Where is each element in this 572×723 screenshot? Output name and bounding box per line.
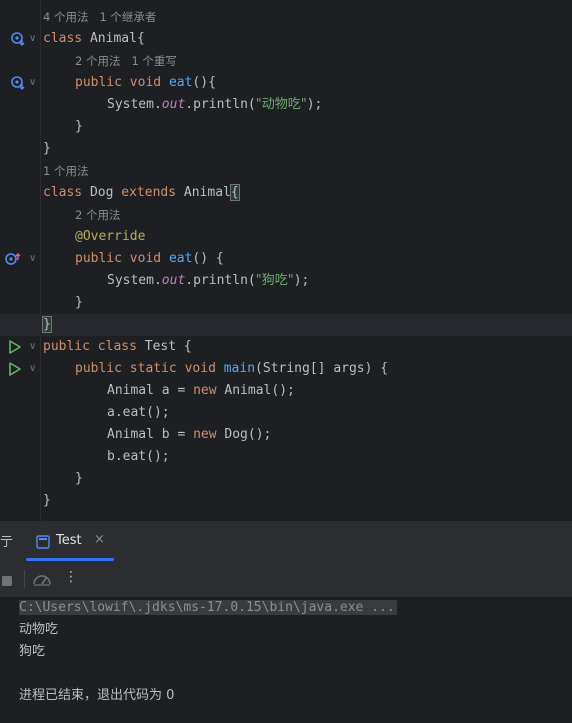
- code-line[interactable]: ∨ class Animal{: [0, 28, 572, 50]
- profiler-gauge-icon[interactable]: [32, 570, 52, 592]
- code-line[interactable]: System.out.println("狗吃");: [0, 270, 572, 292]
- usages-hint[interactable]: 1 个用法: [43, 160, 88, 182]
- code-line[interactable]: ∨ public void eat(){: [0, 72, 572, 94]
- close-icon[interactable]: ×: [94, 532, 105, 547]
- fold-chevron-icon[interactable]: ∨: [29, 28, 36, 50]
- code-line[interactable]: Animal b = new Dog();: [0, 424, 572, 446]
- fold-chevron-icon[interactable]: ∨: [29, 248, 36, 270]
- run-tool-window: 亍 Test × ⋮ C:\Users\lowif\.jdks\ms-17.0.…: [0, 521, 572, 723]
- run-toolbar: ⋮: [0, 561, 572, 598]
- code-line[interactable]: a.eat();: [0, 402, 572, 424]
- stop-icon[interactable]: [2, 572, 14, 591]
- fold-chevron-icon[interactable]: ∨: [29, 336, 36, 358]
- inlay-hint-row: 1 个用法: [0, 160, 572, 182]
- fold-chevron-icon[interactable]: ∨: [29, 72, 36, 94]
- tab-label: Test: [56, 533, 82, 548]
- code-line[interactable]: ∨ public void eat() {: [0, 248, 572, 270]
- tab-test[interactable]: Test ×: [26, 521, 114, 561]
- code-line[interactable]: }: [0, 292, 572, 314]
- run-icon[interactable]: [8, 339, 22, 359]
- code-line[interactable]: }: [0, 138, 572, 160]
- overrides-method-icon[interactable]: [4, 251, 22, 271]
- code-line[interactable]: @Override: [0, 226, 572, 248]
- code-line[interactable]: ∨ public static void main(String[] args)…: [0, 358, 572, 380]
- matched-brace: }: [42, 316, 52, 333]
- code-line[interactable]: }: [0, 116, 572, 138]
- console-exit-line: 进程已结束，退出代码为 0: [19, 688, 175, 703]
- toolbar-separator: [24, 570, 25, 588]
- console-command-line: C:\Users\lowif\.jdks\ms-17.0.15\bin\java…: [19, 600, 397, 615]
- code-line[interactable]: }: [0, 490, 572, 512]
- matched-brace: {: [229, 184, 240, 201]
- inlay-hint-row: 2 个用法 1 个重写: [0, 50, 572, 72]
- run-tab-label[interactable]: 亍: [0, 531, 13, 550]
- console-output-line: 动物吃: [19, 622, 59, 637]
- implemented-override-icon[interactable]: [10, 75, 26, 95]
- run-icon[interactable]: [8, 361, 22, 381]
- inlay-hint-row: 2 个用法: [0, 204, 572, 226]
- usages-hint[interactable]: 2 个用法 1 个重写: [75, 50, 177, 72]
- inlay-hint-row: 4 个用法 1 个继承者: [0, 6, 572, 28]
- more-options-icon[interactable]: ⋮: [64, 569, 78, 585]
- code-line[interactable]: System.out.println("动物吃");: [0, 94, 572, 116]
- code-line[interactable]: b.eat();: [0, 446, 572, 468]
- code-line[interactable]: Animal a = new Animal();: [0, 380, 572, 402]
- fold-chevron-icon[interactable]: ∨: [29, 358, 36, 380]
- code-line[interactable]: }: [0, 468, 572, 490]
- current-code-line[interactable]: }: [0, 314, 572, 336]
- run-config-icon: [36, 534, 50, 553]
- console-output-line: 狗吃: [19, 644, 46, 659]
- usages-hint[interactable]: 4 个用法 1 个继承者: [43, 6, 156, 28]
- console-output[interactable]: C:\Users\lowif\.jdks\ms-17.0.15\bin\java…: [0, 597, 572, 723]
- usages-hint[interactable]: 2 个用法: [75, 204, 120, 226]
- implemented-override-icon[interactable]: [10, 31, 26, 51]
- tool-window-tab-bar: 亍 Test ×: [0, 521, 572, 561]
- code-line[interactable]: ∨ public class Test {: [0, 336, 572, 358]
- code-line[interactable]: class Dog extends Animal{: [0, 182, 572, 204]
- code-editor[interactable]: 4 个用法 1 个继承者 ∨ class Animal{ 2 个用法 1 个重写…: [0, 0, 572, 521]
